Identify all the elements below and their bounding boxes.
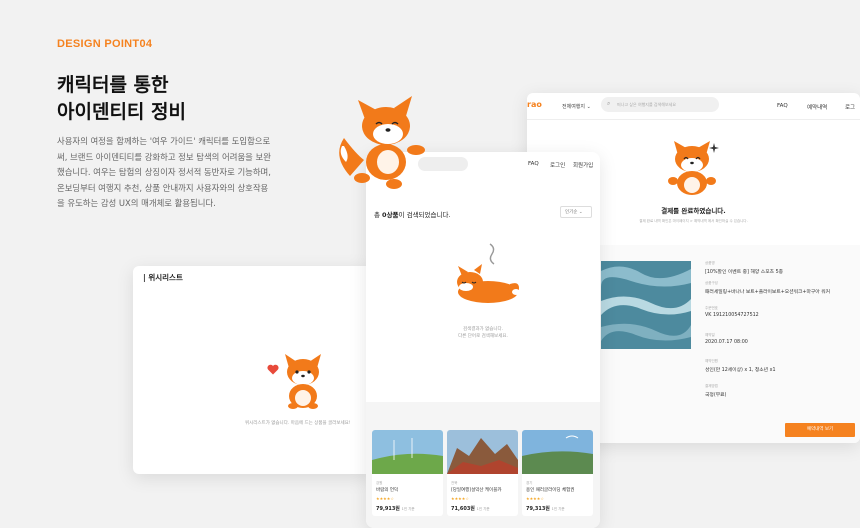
field-order-number: 주문번호 VK 19121005472751​2 — [705, 306, 759, 318]
product-card[interactable]: 전북 [당일여행]설악산 케이블카 ★★★★☆ 71,603원 1인 기준 — [447, 430, 518, 516]
headline-line-2: 아이덴티티 정비 — [57, 101, 186, 123]
desc-line: 했습니다. 여우는 탐험의 상징이자 정서적 동반자로 기능하며, — [57, 167, 271, 177]
nav-login[interactable]: 로그인 — [550, 161, 565, 169]
desc-line: 을 유도하는 감성 UX의 매개체로 활용됩니다. — [57, 198, 216, 208]
nav-faq[interactable]: FAQ — [777, 103, 788, 109]
wishlist-screen: | 위시리스트 위시리스트가 없습니다. 마음에 드는 상품을 골라보세요! — [133, 266, 373, 474]
product-card[interactable]: 강원 바람의 언덕 ★★★★☆ 79,913원 1인 기준 — [372, 430, 443, 516]
wishlist-title: | 위시리스트 — [143, 273, 183, 282]
fox-character-icon — [339, 96, 425, 189]
section-headline: 캐릭터를 통한 아이덴티티 정비 — [57, 72, 186, 126]
product-image — [447, 430, 518, 474]
nav-faq[interactable]: FAQ — [528, 161, 539, 167]
nav-login[interactable]: 로그 — [845, 103, 855, 111]
product-photo — [601, 261, 691, 349]
chevron-down-icon: ⌄ — [578, 210, 583, 215]
search-placeholder: 떠나고 싶은 여행지를 검색해보세요 — [617, 101, 677, 107]
nav-signup[interactable]: 회원가입 — [573, 161, 593, 169]
fox-character-icon — [668, 141, 716, 195]
desc-line: 온보딩부터 여행지 추천, 상품 안내까지 사용자와의 상호작용 — [57, 182, 269, 193]
fox-character-icon — [285, 354, 321, 409]
desc-line: 써, 브랜드 아이덴티티를 강화하고 정보 탐색의 어려움을 보완 — [57, 151, 271, 162]
section-tag: DESIGN POINT04 — [57, 38, 153, 50]
fox-character-icon — [457, 243, 520, 303]
nav-reservations[interactable]: 예약내역 — [807, 103, 827, 111]
product-card[interactable]: 경기 용인 패러글라이딩 체험권 ★★★★☆ 79,313원 1인 기준 — [522, 430, 593, 516]
search-results-screen: FAQ 로그인 회원가입 총 0상품이 검색되었습니다. 인기순 ⌄ 검색결과가… — [366, 152, 600, 528]
divider — [527, 119, 860, 120]
all-destinations-menu[interactable]: 전체여행지 ⌄ — [562, 103, 591, 110]
logo[interactable]: rao — [527, 100, 542, 109]
field-party-size: 예약인원 성인(만 12세이상) x 1, 청소년 x1 — [705, 359, 776, 373]
field-product-name: 상품명 [10%할인 이벤트 중] 해양 스포츠 5종 — [705, 261, 784, 275]
section-description: 사용자의 여정을 함께하는 '여우 가이드' 캐릭터를 도입함으로 써, 브랜드… — [57, 134, 275, 212]
search-icon: ⌕ — [607, 100, 611, 107]
search-input[interactable]: ⌕ 떠나고 싶은 여행지를 검색해보세요 — [601, 97, 719, 112]
field-reservation-date: 예약일 2020.07.17 08:00 — [705, 333, 748, 345]
wishlist-empty-text: 위시리스트가 없습니다. 마음에 드는 상품을 골라보세요! — [245, 421, 351, 426]
field-payment-method: 결제방법 국정(무료) — [705, 384, 727, 398]
product-image — [372, 430, 443, 474]
product-image — [522, 430, 593, 474]
chevron-down-icon: ⌄ — [586, 104, 591, 110]
empty-search-message: 검색결과가 없습니다. 다른 단어로 검색해보세요. — [458, 327, 508, 339]
heart-icon — [267, 364, 279, 375]
result-count: 총 0상품이 검색되었습니다. — [374, 211, 451, 219]
desc-line: 사용자의 여정을 함께하는 '여우 가이드' 캐릭터를 도입함으로 — [57, 136, 271, 146]
sort-select[interactable]: 인기순 ⌄ — [560, 206, 592, 218]
field-product-options: 상품구성 패러세일링+바나나 보트+플라이보트+오션워크+마구아 워커 — [705, 281, 831, 295]
headline-line-1: 캐릭터를 통한 — [57, 74, 169, 96]
view-reservations-button[interactable]: 예약내역 보기 — [785, 423, 855, 437]
